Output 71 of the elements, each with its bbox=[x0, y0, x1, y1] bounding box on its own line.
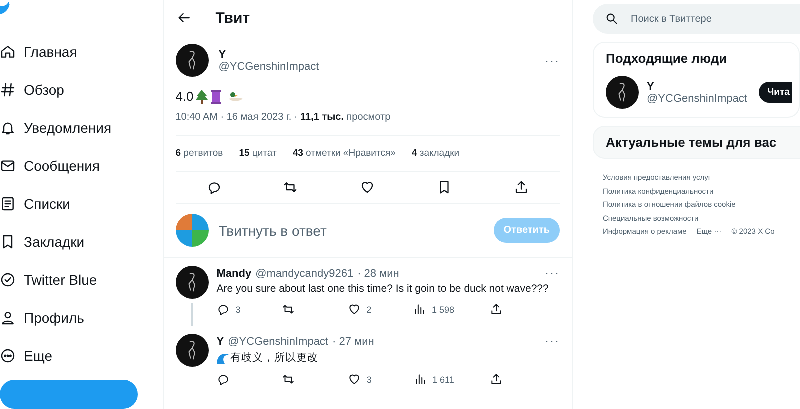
tree-icon bbox=[196, 90, 208, 104]
avatar[interactable] bbox=[176, 334, 209, 367]
reply-icon bbox=[216, 303, 230, 316]
reply-text: 有歧义，所以更改 bbox=[230, 351, 319, 365]
check-circle-icon bbox=[0, 272, 16, 288]
nav-link[interactable]: Twitter Blue bbox=[24, 272, 98, 288]
author-name[interactable]: Y bbox=[218, 48, 320, 60]
reply-count: 3 bbox=[236, 304, 241, 314]
nav-link[interactable]: Закладки bbox=[24, 234, 85, 250]
like-icon bbox=[348, 303, 361, 316]
nav-link[interactable]: Профиль bbox=[24, 310, 84, 326]
avatar[interactable] bbox=[176, 44, 209, 77]
reply-time: · 27 мин bbox=[332, 336, 374, 348]
share-icon bbox=[490, 373, 503, 386]
views-icon bbox=[414, 373, 426, 386]
nav-link[interactable]: Списки bbox=[24, 196, 70, 212]
nav-link[interactable]: Еще bbox=[24, 348, 52, 364]
nav-link[interactable]: Уведомления bbox=[24, 120, 112, 136]
stat-link[interactable]: 6 ретвитов bbox=[176, 148, 224, 159]
user-name[interactable]: Y bbox=[647, 80, 748, 92]
reply-time: · 28 мин bbox=[358, 268, 400, 280]
avatar[interactable] bbox=[176, 266, 209, 299]
home-icon bbox=[0, 44, 16, 60]
tweet-button[interactable] bbox=[0, 380, 138, 409]
follow-button[interactable]: Чита bbox=[759, 82, 792, 103]
avatar[interactable] bbox=[606, 76, 639, 109]
more-icon bbox=[0, 348, 16, 364]
nav-link[interactable]: Обзор bbox=[24, 82, 64, 98]
stat-link[interactable]: 4 закладки bbox=[412, 148, 460, 159]
reply-icon bbox=[216, 373, 230, 386]
like-icon bbox=[360, 180, 376, 195]
author-name[interactable]: Y bbox=[216, 336, 224, 348]
list-icon bbox=[0, 196, 16, 212]
envelope-icon bbox=[0, 158, 16, 174]
view-count: 1 611 bbox=[432, 374, 454, 384]
share-icon bbox=[514, 180, 530, 195]
card-title: Актуальные темы для вас bbox=[606, 135, 778, 150]
retweet-icon bbox=[283, 180, 298, 195]
wave-icon bbox=[216, 352, 229, 364]
tweet-text: 4.0 bbox=[176, 89, 194, 104]
nav-link[interactable]: Сообщения bbox=[24, 158, 100, 174]
share-icon bbox=[490, 303, 503, 316]
like-icon bbox=[348, 373, 361, 386]
more-button[interactable]: ··· bbox=[545, 334, 560, 348]
author-handle[interactable]: @YCGenshinImpact bbox=[228, 336, 328, 348]
person-icon bbox=[0, 310, 16, 326]
more-button[interactable]: ··· bbox=[545, 54, 560, 68]
spool-icon bbox=[210, 90, 222, 104]
retweet-icon bbox=[282, 373, 296, 386]
author-name[interactable]: Mandy bbox=[216, 268, 252, 280]
author-handle[interactable]: @mandycandy9261 bbox=[256, 268, 354, 280]
nav-link[interactable]: Главная bbox=[24, 44, 78, 60]
reply-icon bbox=[206, 180, 222, 195]
views-icon bbox=[413, 303, 426, 316]
hashtag-icon bbox=[0, 82, 16, 98]
page-title: Твит bbox=[216, 10, 250, 26]
search-icon bbox=[605, 12, 619, 26]
like-count: 2 bbox=[366, 304, 372, 314]
reply-text: Are you sure about last one this time? Is it goin to be duck not wave??? bbox=[216, 283, 549, 295]
more-button[interactable]: ··· bbox=[545, 266, 560, 280]
view-count: 1 598 bbox=[432, 304, 455, 314]
stat-link[interactable]: 43 отметки «Нравится» bbox=[292, 148, 396, 159]
bell-icon bbox=[0, 120, 16, 136]
author-handle[interactable]: @YCGenshinImpact bbox=[218, 60, 320, 72]
retweet-icon bbox=[282, 303, 296, 316]
tweet-meta: 10:40 AM · 16 мая 2023 г. · 11,1 тыс. просмотр bbox=[176, 112, 560, 136]
user-handle[interactable]: @YCGenshinImpact bbox=[647, 92, 748, 104]
stat-link[interactable]: 15 цитат bbox=[239, 148, 277, 159]
like-count: 3 bbox=[366, 374, 372, 384]
card-title: Подходящие люди bbox=[606, 51, 728, 66]
duck-icon bbox=[228, 90, 244, 102]
